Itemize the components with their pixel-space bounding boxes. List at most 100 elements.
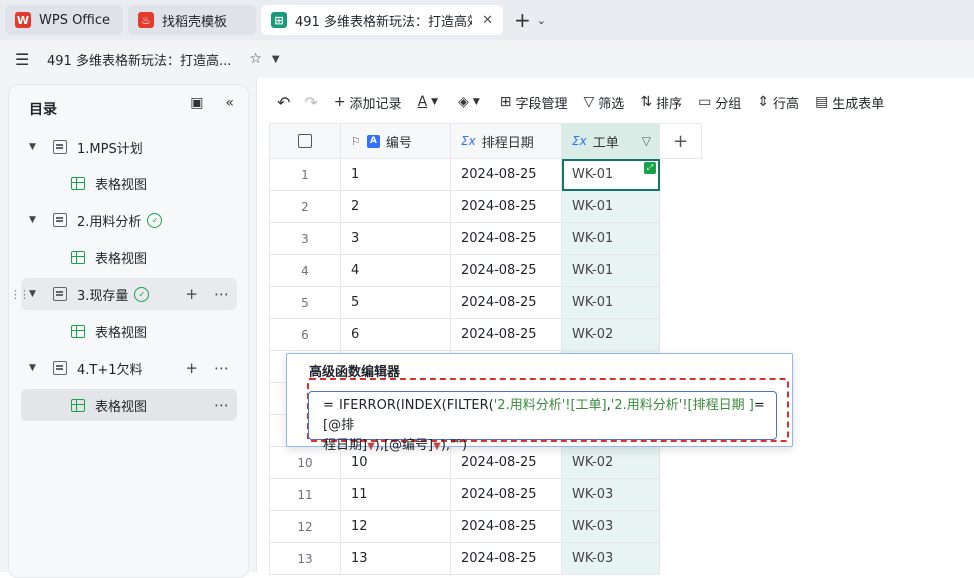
id-cell[interactable]: 6 (341, 319, 451, 351)
work-order-cell[interactable]: WK-01 (562, 255, 660, 287)
collapse-sidebar-icon[interactable]: « (225, 95, 234, 111)
generate-form-button[interactable]: ▤ 生成表单 (815, 93, 884, 112)
id-cell[interactable]: 5 (341, 287, 451, 319)
fill-color-button[interactable]: ◈ ▼ (458, 94, 484, 110)
filter-button[interactable]: ▽ 筛选 (584, 93, 625, 112)
document-title[interactable]: 491 多维表格新玩法：打造高... (47, 50, 231, 69)
column-header-id[interactable]: ⚐ A 编号 (341, 123, 451, 159)
id-cell[interactable]: 4 (341, 255, 451, 287)
table-row[interactable]: 3 3 2024-08-25 WK-01 (269, 223, 660, 255)
table-row[interactable]: 2 2 2024-08-25 WK-01 (269, 191, 660, 223)
chevron-down-icon[interactable]: ▼ (433, 441, 441, 452)
table-row[interactable]: 11 11 2024-08-25 WK-03 (269, 479, 660, 511)
more-icon[interactable]: ⋯ (214, 396, 229, 414)
work-order-cell[interactable]: WK-03 (562, 479, 660, 511)
work-order-cell[interactable]: WK-02 (562, 447, 660, 479)
row-height-button[interactable]: ⇕ 行高 (757, 93, 799, 112)
add-record-button[interactable]: + 添加记录 (334, 93, 402, 112)
panel-icon[interactable]: ▣ (190, 95, 203, 111)
work-order-cell[interactable]: WK-03 (562, 511, 660, 543)
row-number-cell[interactable]: 13 (269, 543, 341, 575)
more-icon[interactable]: ⋯ (214, 285, 229, 303)
redo-icon[interactable]: ↷ (304, 93, 317, 112)
work-order-cell[interactable]: WK-02 (562, 319, 660, 351)
schedule-date-cell[interactable]: 2024-08-25 (451, 543, 562, 575)
sidebar-item-mps-plan[interactable]: ▼ 1.MPS计划 (21, 131, 237, 163)
sidebar-item-material-analysis[interactable]: ▼ 2.用料分析 ✓ (21, 204, 237, 236)
tab-wps-office[interactable]: W WPS Office (5, 5, 123, 35)
row-number-cell[interactable]: 2 (269, 191, 341, 223)
schedule-date-cell[interactable]: 2024-08-25 (451, 223, 562, 255)
work-order-cell[interactable]: WK-01 (562, 287, 660, 319)
drag-handle-icon[interactable]: ⋮⋮ (10, 288, 30, 301)
column-header-schedule-date[interactable]: Σx 排程日期 (451, 123, 562, 159)
row-number-cell[interactable]: 12 (269, 511, 341, 543)
sidebar-item-table-view[interactable]: 表格视图 (21, 241, 237, 273)
sidebar-item-shortage[interactable]: ▼ 4.T+1欠料 + ⋯ (21, 352, 237, 384)
chevron-down-icon[interactable]: ⌄ (537, 14, 546, 27)
schedule-date-cell[interactable]: 2024-08-25 (451, 479, 562, 511)
table-row[interactable]: 13 13 2024-08-25 WK-03 (269, 543, 660, 575)
menu-icon[interactable]: ☰ (15, 50, 35, 69)
chevron-down-icon[interactable]: ▼ (367, 441, 375, 452)
table-row[interactable]: 12 12 2024-08-25 WK-03 (269, 511, 660, 543)
id-cell[interactable]: 13 (341, 543, 451, 575)
expand-arrow-icon[interactable]: ▼ (29, 142, 43, 152)
schedule-date-cell[interactable]: 2024-08-25 (451, 447, 562, 479)
table-row[interactable]: 1 1 2024-08-25 WK-01 ⤢ (269, 159, 660, 191)
sidebar-item-table-view[interactable]: 表格视图 (21, 167, 237, 199)
id-cell[interactable]: 2 (341, 191, 451, 223)
table-row[interactable]: 4 4 2024-08-25 WK-01 (269, 255, 660, 287)
sidebar-item-table-view-selected[interactable]: 表格视图 ⋯ (21, 389, 237, 421)
chevron-down-icon[interactable]: ▼ (272, 54, 280, 65)
row-number-cell[interactable]: 4 (269, 255, 341, 287)
work-order-cell[interactable]: WK-03 (562, 543, 660, 575)
text-color-button[interactable]: A ▼ (418, 94, 443, 110)
group-button[interactable]: ▭ 分组 (698, 93, 741, 112)
id-cell[interactable]: 11 (341, 479, 451, 511)
row-number-cell[interactable]: 11 (269, 479, 341, 511)
work-order-cell[interactable]: WK-01 (562, 223, 660, 255)
add-icon[interactable]: + (185, 285, 198, 303)
table-row[interactable]: 5 5 2024-08-25 WK-01 (269, 287, 660, 319)
expand-arrow-icon[interactable]: ▼ (29, 215, 43, 225)
schedule-date-cell[interactable]: 2024-08-25 (451, 287, 562, 319)
id-cell[interactable]: 12 (341, 511, 451, 543)
work-order-cell[interactable]: WK-01 ⤢ (562, 159, 660, 191)
add-icon[interactable]: + (185, 359, 198, 377)
row-number-cell[interactable]: 1 (269, 159, 341, 191)
expand-arrow-icon[interactable]: ▼ (29, 289, 43, 299)
work-order-cell[interactable]: WK-01 (562, 191, 660, 223)
field-reference[interactable]: '2.用料分析'![排程日期 ] (611, 398, 754, 413)
row-number-cell[interactable]: 5 (269, 287, 341, 319)
id-cell[interactable]: 1 (341, 159, 451, 191)
id-cell[interactable]: 3 (341, 223, 451, 255)
schedule-date-cell[interactable]: 2024-08-25 (451, 255, 562, 287)
filter-icon[interactable]: ▽ (642, 134, 651, 148)
row-number-cell[interactable]: 3 (269, 223, 341, 255)
tab-current-document[interactable]: ⊞ 491 多维表格新玩法：打造高效自 ✕ (261, 5, 503, 35)
expand-cell-icon[interactable]: ⤢ (644, 162, 656, 174)
more-icon[interactable]: ⋯ (214, 359, 229, 377)
formula-input[interactable]: = IFERROR(INDEX(FILTER('2.用料分析'![工单],'2.用… (308, 391, 777, 453)
star-icon[interactable]: ☆ (249, 51, 262, 67)
sidebar-item-table-view[interactable]: 表格视图 (21, 315, 237, 347)
new-tab-icon[interactable]: + (514, 8, 531, 32)
tab-docer-templates[interactable]: ♨ 找稻壳模板 (128, 5, 256, 35)
schedule-date-cell[interactable]: 2024-08-25 (451, 319, 562, 351)
row-number-cell[interactable]: 6 (269, 319, 341, 351)
add-column-button[interactable]: + (660, 123, 702, 159)
select-all-checkbox[interactable] (269, 123, 341, 159)
table-row[interactable]: 6 6 2024-08-25 WK-02 (269, 319, 660, 351)
field-reference[interactable]: '2.用料分析'![工单] (494, 398, 607, 413)
undo-icon[interactable]: ↶ (277, 93, 290, 112)
schedule-date-cell[interactable]: 2024-08-25 (451, 191, 562, 223)
expand-arrow-icon[interactable]: ▼ (29, 363, 43, 373)
schedule-date-cell[interactable]: 2024-08-25 (451, 159, 562, 191)
column-header-work-order[interactable]: Σx 工单 ▽ (562, 123, 660, 159)
sidebar-item-stock[interactable]: ▼ 3.现存量 ✓ + ⋯ (21, 278, 237, 310)
schedule-date-cell[interactable]: 2024-08-25 (451, 511, 562, 543)
sort-button[interactable]: ⇅ 排序 (640, 93, 682, 112)
close-icon[interactable]: ✕ (482, 13, 493, 28)
field-manage-button[interactable]: ⊞ 字段管理 (500, 93, 568, 112)
